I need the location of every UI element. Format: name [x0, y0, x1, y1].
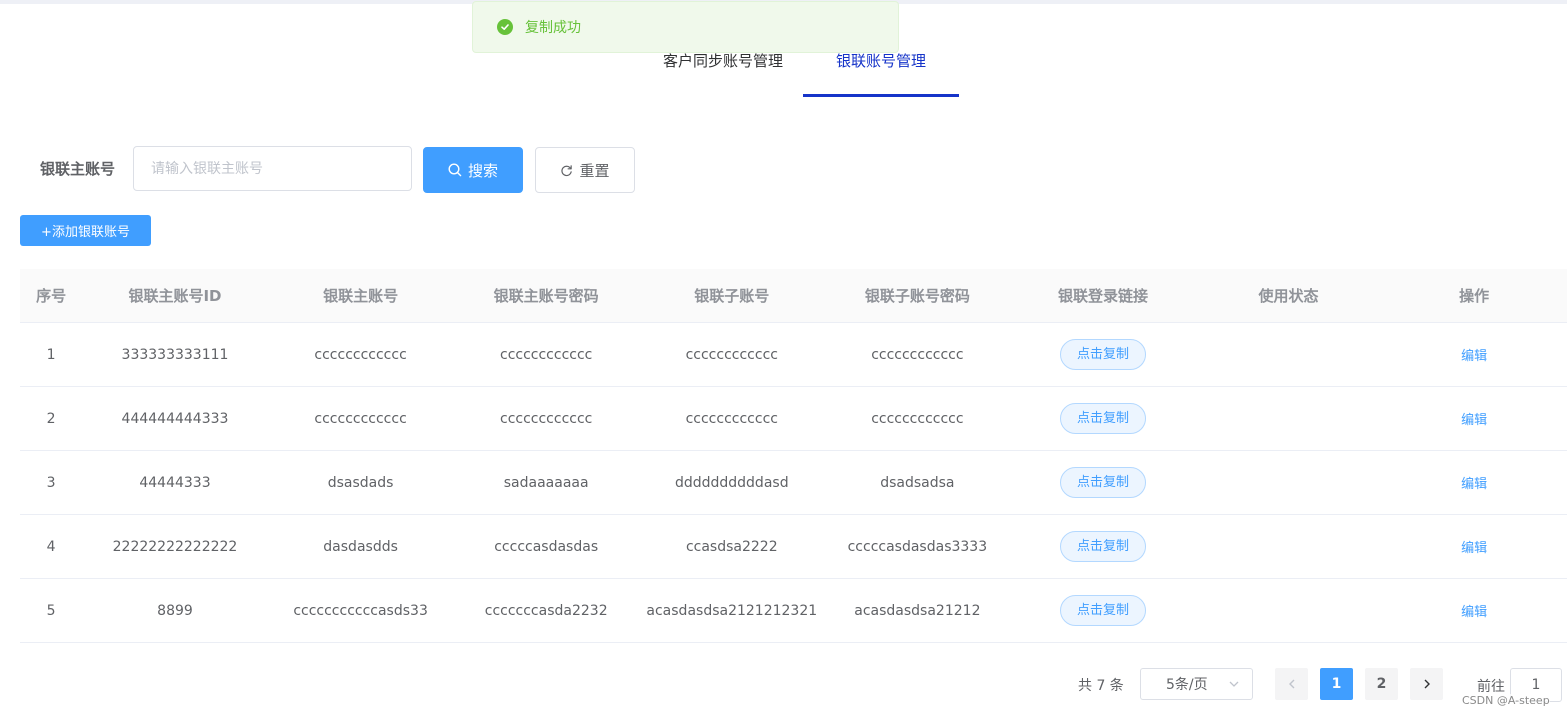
cell-index: 1: [46, 346, 56, 363]
edit-link[interactable]: 编辑: [1461, 477, 1487, 492]
cell-login-link: 点击复制: [1010, 595, 1196, 626]
cell-main-account: cccccccccccasds33: [293, 602, 428, 619]
page-2-button[interactable]: 2: [1365, 668, 1398, 700]
check-circle-icon: [497, 19, 513, 35]
cell-main-password: sadaaaaaaa: [503, 474, 589, 491]
toast-message: 复制成功: [525, 20, 581, 36]
cell-actions: 编辑: [1381, 345, 1567, 364]
header-login-link: 银联登录链接: [1057, 287, 1148, 305]
header-status: 使用状态: [1258, 287, 1319, 305]
edit-link[interactable]: 编辑: [1461, 605, 1487, 620]
pagination-total: 共 7 条: [1078, 678, 1124, 694]
table-row: 5 8899 cccccccccccasds33 cccccccasda2232…: [20, 579, 1567, 643]
edit-link[interactable]: 编辑: [1461, 413, 1487, 428]
search-icon: [448, 163, 462, 177]
edit-link[interactable]: 编辑: [1461, 541, 1487, 556]
reset-button-label: 重置: [579, 161, 610, 180]
cell-sub-password: dsadsadsa: [880, 474, 955, 491]
refresh-icon: [561, 164, 573, 176]
cell-sub-account: ddddddddddasd: [674, 474, 789, 491]
table-row: 4 22222222222222 dasdasdds cccccasdasdas…: [20, 515, 1567, 579]
success-toast: 复制成功: [472, 1, 899, 53]
cell-actions: 编辑: [1381, 601, 1567, 620]
cell-index: 5: [46, 602, 56, 619]
prev-page-button[interactable]: [1275, 668, 1308, 700]
cell-index: 2: [46, 410, 56, 427]
chevron-down-icon: [1229, 681, 1239, 687]
add-unionpay-account-button[interactable]: +添加银联账号: [20, 215, 151, 246]
header-main-id: 银联主账号ID: [128, 287, 222, 305]
cell-actions: 编辑: [1381, 409, 1567, 428]
table-row: 1 333333333111 cccccccccccc cccccccccccc…: [20, 323, 1567, 387]
header-sub-account: 银联子账号: [694, 287, 770, 305]
cell-main-id: 22222222222222: [112, 538, 238, 555]
cell-sub-password: cccccccccccc: [871, 346, 964, 363]
cell-login-link: 点击复制: [1010, 403, 1196, 434]
header-main-account: 银联主账号: [323, 287, 399, 305]
cell-main-id: 8899: [157, 602, 193, 619]
search-button[interactable]: 搜索: [423, 147, 523, 193]
chevron-right-icon: [1424, 679, 1430, 689]
cell-main-account: dsasdads: [327, 474, 394, 491]
cell-actions: 编辑: [1381, 537, 1567, 556]
cell-sub-account: acasdasdsa2121212321: [646, 602, 818, 619]
cell-main-password: cccccccccccc: [500, 346, 593, 363]
watermark: CSDN @A-steep: [1462, 694, 1550, 707]
cell-main-id: 44444333: [139, 474, 211, 491]
cell-sub-account: cccccccccccc: [685, 410, 778, 427]
cell-index: 4: [46, 538, 56, 555]
edit-link[interactable]: 编辑: [1461, 349, 1487, 364]
table-row: 3 44444333 dsasdads sadaaaaaaa ddddddddd…: [20, 451, 1567, 515]
cell-main-account: cccccccccccc: [314, 410, 407, 427]
cell-sub-account: cccccccccccc: [685, 346, 778, 363]
chevron-left-icon: [1288, 679, 1294, 689]
cell-sub-password: acasdasdsa21212: [854, 602, 981, 619]
accounts-table: 序号 银联主账号ID 银联主账号 银联主账号密码 银联子账号 银联子账号密码 银…: [20, 269, 1567, 643]
page-1-button[interactable]: 1: [1320, 668, 1353, 700]
table-row: 2 444444444333 cccccccccccc cccccccccccc…: [20, 387, 1567, 451]
cell-main-password: cccccccasda2232: [484, 602, 608, 619]
copy-link-button[interactable]: 点击复制: [1059, 595, 1146, 626]
cell-index: 3: [46, 474, 56, 491]
next-page-button[interactable]: [1410, 668, 1443, 700]
copy-link-button[interactable]: 点击复制: [1059, 339, 1146, 370]
cell-main-account: cccccccccccc: [314, 346, 407, 363]
table-header-row: 序号 银联主账号ID 银联主账号 银联主账号密码 银联子账号 银联子账号密码 银…: [20, 269, 1567, 323]
cell-main-id: 333333333111: [121, 346, 229, 363]
search-input[interactable]: [133, 146, 412, 191]
cell-main-account: dasdasdds: [323, 538, 398, 555]
copy-link-button[interactable]: 点击复制: [1059, 467, 1146, 498]
reset-button[interactable]: 重置: [535, 147, 635, 193]
header-sub-password: 银联子账号密码: [864, 287, 970, 305]
cell-sub-password: cccccasdasdas3333: [847, 538, 988, 555]
header-actions: 操作: [1459, 287, 1490, 305]
cell-login-link: 点击复制: [1010, 339, 1196, 370]
goto-label: 前往: [1477, 679, 1505, 695]
search-button-label: 搜索: [467, 161, 498, 180]
cell-main-password: cccccasdasdas: [494, 538, 599, 555]
cell-main-password: cccccccccccc: [500, 410, 593, 427]
page-size-value: 5条/页: [1166, 677, 1208, 693]
cell-login-link: 点击复制: [1010, 467, 1196, 498]
copy-link-button[interactable]: 点击复制: [1059, 531, 1146, 562]
header-main-password: 银联主账号密码: [493, 287, 599, 305]
page-size-select[interactable]: 5条/页: [1140, 668, 1253, 700]
cell-actions: 编辑: [1381, 473, 1567, 492]
cell-sub-password: cccccccccccc: [871, 410, 964, 427]
cell-main-id: 444444444333: [121, 410, 229, 427]
cell-login-link: 点击复制: [1010, 531, 1196, 562]
copy-link-button[interactable]: 点击复制: [1059, 403, 1146, 434]
search-label: 银联主账号: [40, 160, 116, 178]
cell-sub-account: ccasdsa2222: [685, 538, 778, 555]
header-index: 序号: [36, 287, 67, 305]
